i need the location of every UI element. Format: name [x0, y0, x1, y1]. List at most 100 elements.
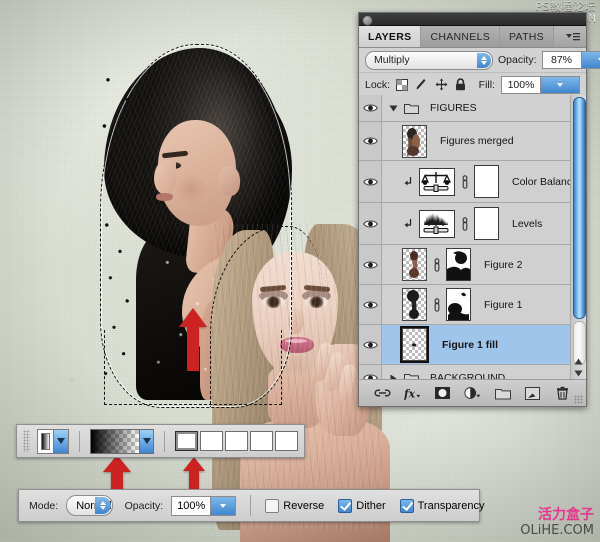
new-group-icon[interactable] [494, 385, 511, 402]
lock-transparent-pixels-icon[interactable] [396, 78, 409, 91]
layer-content[interactable]: Color Balance [382, 161, 586, 202]
visibility-toggle[interactable] [359, 245, 382, 284]
layer-style-fx-icon[interactable]: fx [404, 385, 421, 402]
scroll-up-button[interactable] [571, 355, 586, 367]
gradient-toolbar[interactable] [16, 424, 305, 458]
layer-mask-thumbnail[interactable] [474, 165, 499, 198]
fill-field[interactable]: 100% [501, 75, 580, 94]
checkbox-reverse[interactable]: Reverse [265, 498, 325, 513]
gradient-preset-chevron-down-icon[interactable] [52, 429, 68, 453]
layer-row-figure-1-fill[interactable]: Figure 1 fill [359, 325, 586, 365]
layers-panel-footer[interactable]: fx [359, 379, 586, 406]
diamond-gradient-icon[interactable] [275, 431, 298, 451]
blend-mode-select[interactable]: Normal [66, 495, 113, 516]
radial-gradient-icon[interactable] [200, 431, 223, 451]
delete-layer-icon[interactable] [554, 385, 571, 402]
panel-resize-grip[interactable] [574, 395, 583, 404]
panel-tab-bar[interactable]: LAYERS CHANNELS PATHS [359, 26, 586, 48]
opacity-dropdown-icon[interactable] [580, 52, 600, 68]
new-adjustment-layer-icon[interactable] [464, 385, 481, 402]
link-mask-icon[interactable] [460, 216, 469, 231]
blend-mode-stepper-icon[interactable] [477, 52, 491, 68]
layer-content[interactable]: Figure 2 [382, 245, 586, 284]
adjustment-thumbnail-levels[interactable] [419, 209, 455, 238]
layer-thumbnail[interactable] [400, 326, 429, 363]
checkbox-dither[interactable]: Dither [338, 498, 386, 513]
layer-thumbnail[interactable] [402, 288, 427, 321]
opacity-value: 100% [177, 499, 206, 512]
dither-checkbox-box[interactable] [338, 498, 353, 513]
visibility-toggle[interactable] [359, 285, 382, 324]
layer-row-figures-group[interactable]: FIGURES [359, 95, 586, 122]
gradient-type-group[interactable] [175, 431, 298, 451]
gradient-options-bar[interactable]: Mode: Normal Opacity: 100% Reverse Dithe… [18, 489, 484, 522]
lock-all-icon[interactable] [455, 78, 466, 91]
layer-content[interactable]: Figures merged [382, 122, 586, 160]
gradient-picker-chevron-down-icon[interactable] [139, 429, 153, 453]
layer-content[interactable]: FIGURES [382, 95, 586, 121]
reflected-gradient-icon[interactable] [250, 431, 273, 451]
mode-stepper-icon[interactable] [94, 497, 111, 514]
layers-list[interactable]: FIGURES Figures merged Color Balance Lev… [359, 95, 586, 379]
scrollbar-thumb[interactable] [573, 97, 586, 319]
layer-row-background-group[interactable]: BACKGROUND [359, 365, 586, 379]
layer-row-color-balance[interactable]: Color Balance [359, 161, 586, 203]
link-mask-icon[interactable] [460, 174, 469, 189]
new-layer-icon[interactable] [524, 385, 541, 402]
checkbox-transparency[interactable]: Transparency [399, 498, 484, 513]
tab-paths[interactable]: PATHS [500, 26, 554, 47]
gradient-preset-picker[interactable] [37, 428, 69, 454]
linear-gradient-icon[interactable] [175, 431, 198, 451]
layer-content[interactable]: Figure 1 fill [382, 325, 586, 364]
lock-image-pixels-icon[interactable] [415, 78, 428, 91]
layer-thumbnail[interactable] [402, 124, 427, 158]
layer-name: FIGURES [430, 102, 477, 114]
tab-channels[interactable]: CHANNELS [421, 26, 501, 47]
layer-mask-thumbnail[interactable] [446, 248, 471, 281]
group-disclosure-triangle-icon[interactable] [388, 104, 399, 113]
layer-name: BACKGROUND [430, 372, 506, 379]
layer-mask-thumbnail[interactable] [474, 207, 499, 240]
layer-mask-thumbnail[interactable] [446, 288, 471, 321]
panel-close-icon[interactable] [362, 14, 373, 26]
panel-menu-icon[interactable] [560, 26, 586, 47]
lock-position-icon[interactable] [435, 78, 448, 91]
visibility-toggle[interactable] [359, 161, 382, 202]
opacity-field[interactable]: 87% [541, 51, 600, 69]
layer-content[interactable]: Figure 1 [382, 285, 586, 324]
layer-row-figure-1[interactable]: Figure 1 [359, 285, 586, 325]
layer-row-figures-merged[interactable]: Figures merged [359, 122, 586, 161]
opacity-field[interactable]: 100% [171, 495, 237, 516]
layer-row-figure-2[interactable]: Figure 2 [359, 245, 586, 285]
scroll-down-button[interactable] [571, 367, 586, 379]
visibility-toggle[interactable] [359, 95, 382, 121]
link-mask-icon[interactable] [432, 297, 441, 312]
layers-scrollbar[interactable] [570, 95, 586, 379]
eye-icon [362, 220, 378, 227]
layer-content[interactable]: Levels [382, 203, 586, 244]
visibility-toggle[interactable] [359, 365, 382, 379]
reverse-label: Reverse [283, 499, 325, 512]
layer-content[interactable]: BACKGROUND [382, 365, 586, 379]
reverse-checkbox-box[interactable] [265, 498, 280, 513]
layer-row-levels[interactable]: Levels [359, 203, 586, 245]
panel-title-bar[interactable] [359, 13, 586, 26]
link-mask-icon[interactable] [432, 257, 441, 272]
visibility-toggle[interactable] [359, 122, 382, 160]
tab-layers[interactable]: LAYERS [359, 26, 422, 47]
blend-mode-select[interactable]: Multiply [365, 50, 493, 70]
adjustment-thumbnail-color-balance[interactable] [419, 167, 455, 196]
layers-panel[interactable]: LAYERS CHANNELS PATHS Multiply Opacity: … [358, 12, 600, 407]
gradient-bar-picker[interactable] [89, 428, 154, 454]
visibility-toggle[interactable] [359, 325, 382, 364]
toolbar-drag-handle[interactable] [23, 430, 30, 452]
lock-icon-group[interactable] [396, 78, 466, 91]
add-layer-mask-icon[interactable] [434, 385, 451, 402]
opacity-dropdown-icon[interactable] [210, 496, 236, 515]
fill-dropdown-icon[interactable] [540, 76, 579, 93]
visibility-toggle[interactable] [359, 203, 382, 244]
link-layers-icon[interactable] [374, 385, 391, 402]
layer-thumbnail[interactable] [402, 248, 427, 281]
angle-gradient-icon[interactable] [225, 431, 248, 451]
transparency-checkbox-box[interactable] [399, 498, 414, 513]
